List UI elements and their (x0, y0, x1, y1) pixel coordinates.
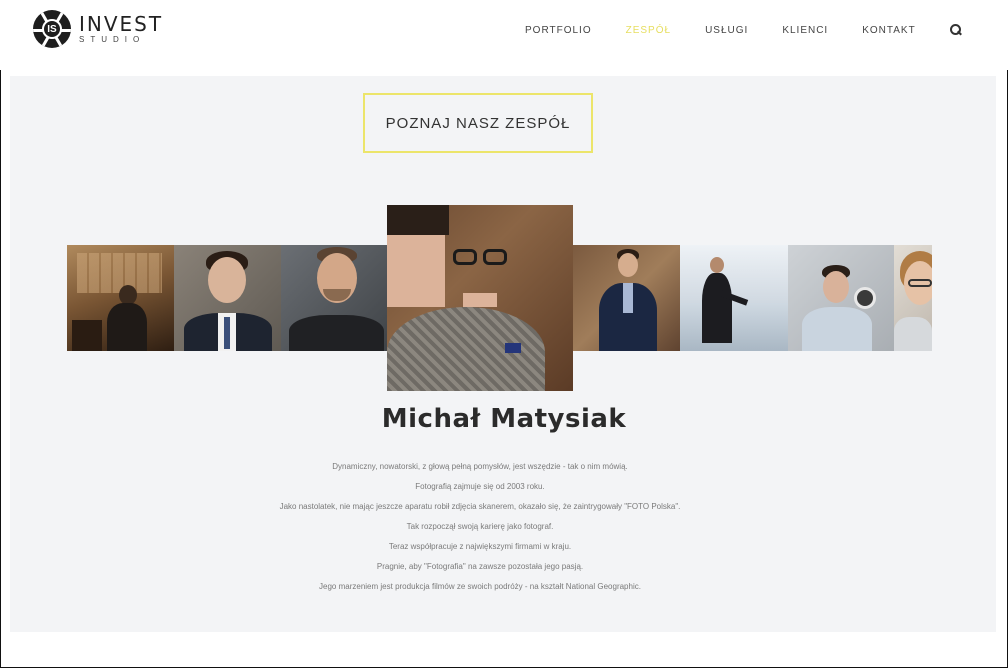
nav-kontakt[interactable]: KONTAKT (862, 25, 915, 36)
bio-line: Jego marzeniem jest produkcja filmów ze … (319, 582, 641, 591)
site-header: IS INVEST STUDIO PORTFOLIO ZESPÓŁ USŁUGI… (0, 0, 1008, 70)
bio-line: Dynamiczny, nowatorski, z głową pełną po… (332, 462, 628, 471)
team-photo-6[interactable] (680, 245, 788, 351)
brand-sub: STUDIO (79, 35, 146, 44)
logo-monogram: IS (42, 19, 62, 39)
bio-line: Jako nastolatek, nie mając jeszcze apara… (279, 502, 681, 511)
team-photo-5[interactable] (573, 245, 680, 351)
bio-line: Tak rozpoczął swoją karierę jako fotogra… (406, 522, 554, 531)
team-photo-7[interactable] (788, 245, 894, 351)
main-nav: PORTFOLIO ZESPÓŁ USŁUGI KLIENCI KONTAKT (525, 24, 962, 36)
featured-member-photo[interactable] (387, 205, 573, 391)
bio-line: Fotografią zajmuje się od 2003 roku. (415, 482, 545, 491)
bio-line: Teraz współpracuje z największymi firmam… (388, 542, 572, 551)
team-photo-8[interactable] (894, 245, 932, 351)
team-photo-1[interactable] (67, 245, 174, 351)
member-name: Michał Matysiak (381, 404, 627, 434)
team-photo-3[interactable] (281, 245, 387, 351)
nav-uslugi[interactable]: USŁUGI (705, 25, 748, 36)
search-icon[interactable] (949, 24, 962, 36)
section-title: POZNAJ NASZ ZESPÓŁ (363, 93, 593, 153)
brand-name: INVEST (79, 12, 164, 36)
bio-line: Pragnie, aby "Fotografia" na zawsze pozo… (376, 562, 584, 571)
nav-zespol[interactable]: ZESPÓŁ (626, 25, 671, 36)
nav-klienci[interactable]: KLIENCI (782, 25, 828, 36)
nav-portfolio[interactable]: PORTFOLIO (525, 25, 592, 36)
team-photo-2[interactable] (174, 245, 281, 351)
logo[interactable]: IS INVEST STUDIO (33, 10, 163, 48)
aperture-logo-icon: IS (33, 10, 71, 48)
member-bio: Dynamiczny, nowatorski, z głową pełną po… (150, 457, 810, 597)
